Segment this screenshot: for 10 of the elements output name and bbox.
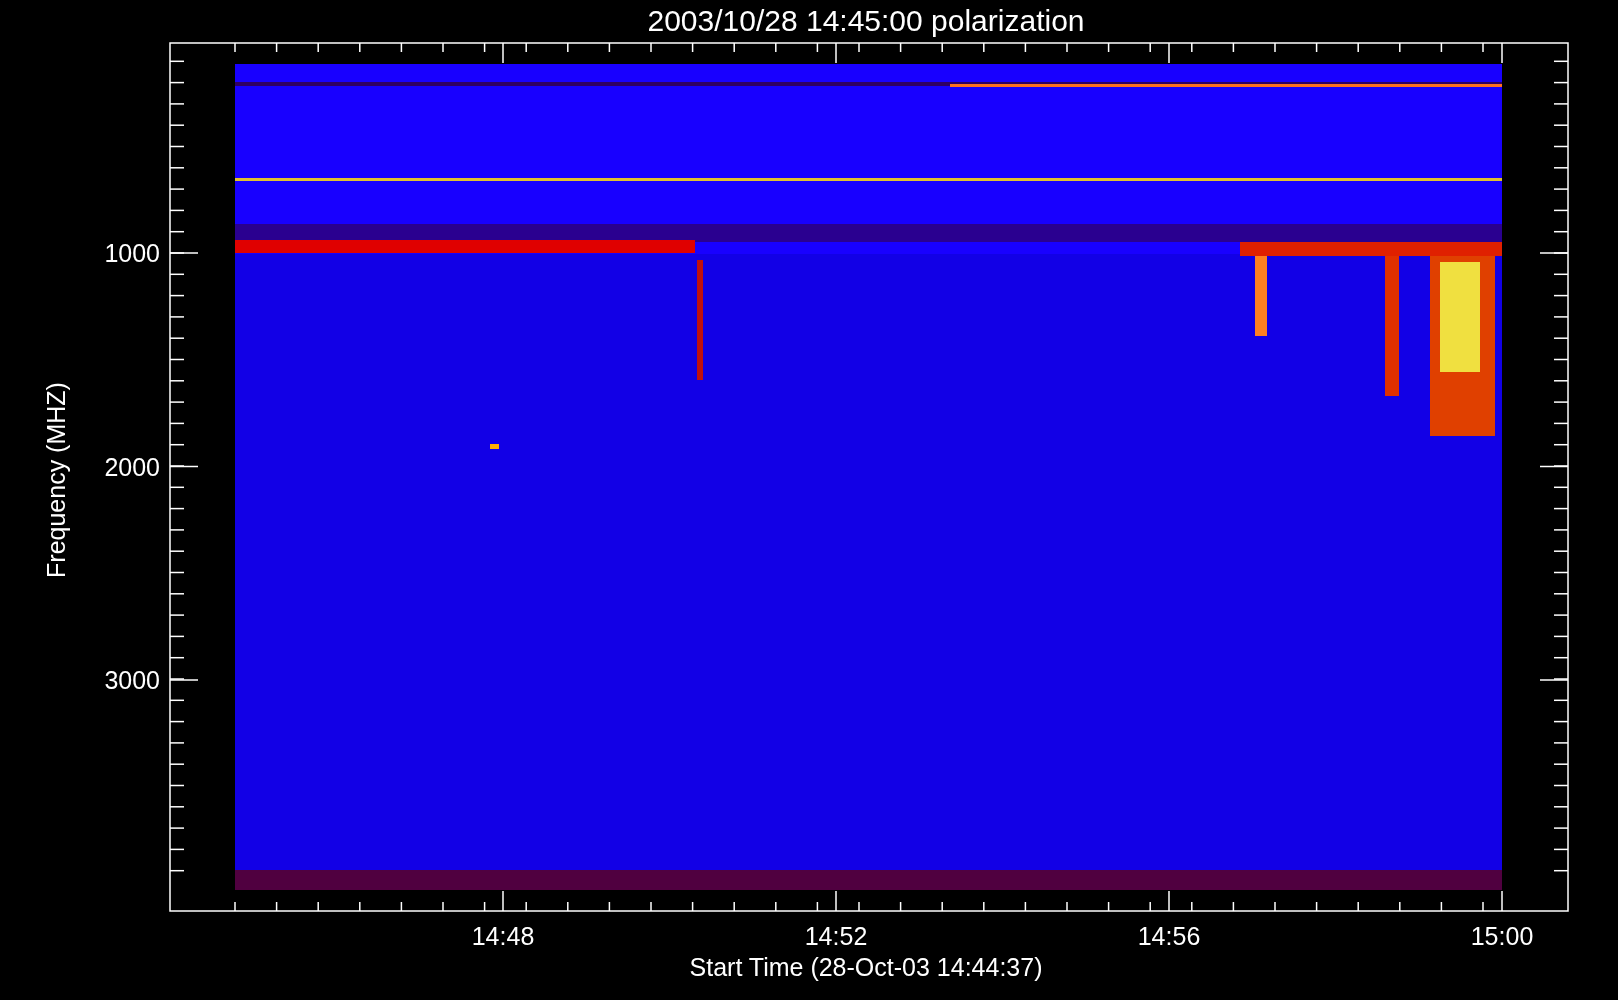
y-axis-label: Frequency (MHZ) <box>42 382 70 578</box>
y-tick-label: 3000 <box>104 666 160 694</box>
x-tick-label: 14:48 <box>471 922 535 950</box>
x-tick-label: 15:00 <box>1470 922 1534 950</box>
chart-title: 2003/10/28 14:45:00 polarization <box>647 4 1085 37</box>
x-tick-label: 14:56 <box>1137 922 1201 950</box>
x-axis-label: Start Time (28-Oct-03 14:44:37) <box>689 953 1043 981</box>
y-tick-label: 1000 <box>104 239 160 267</box>
y-tick-label: 2000 <box>104 452 160 481</box>
x-tick-label: 14:52 <box>804 922 868 950</box>
